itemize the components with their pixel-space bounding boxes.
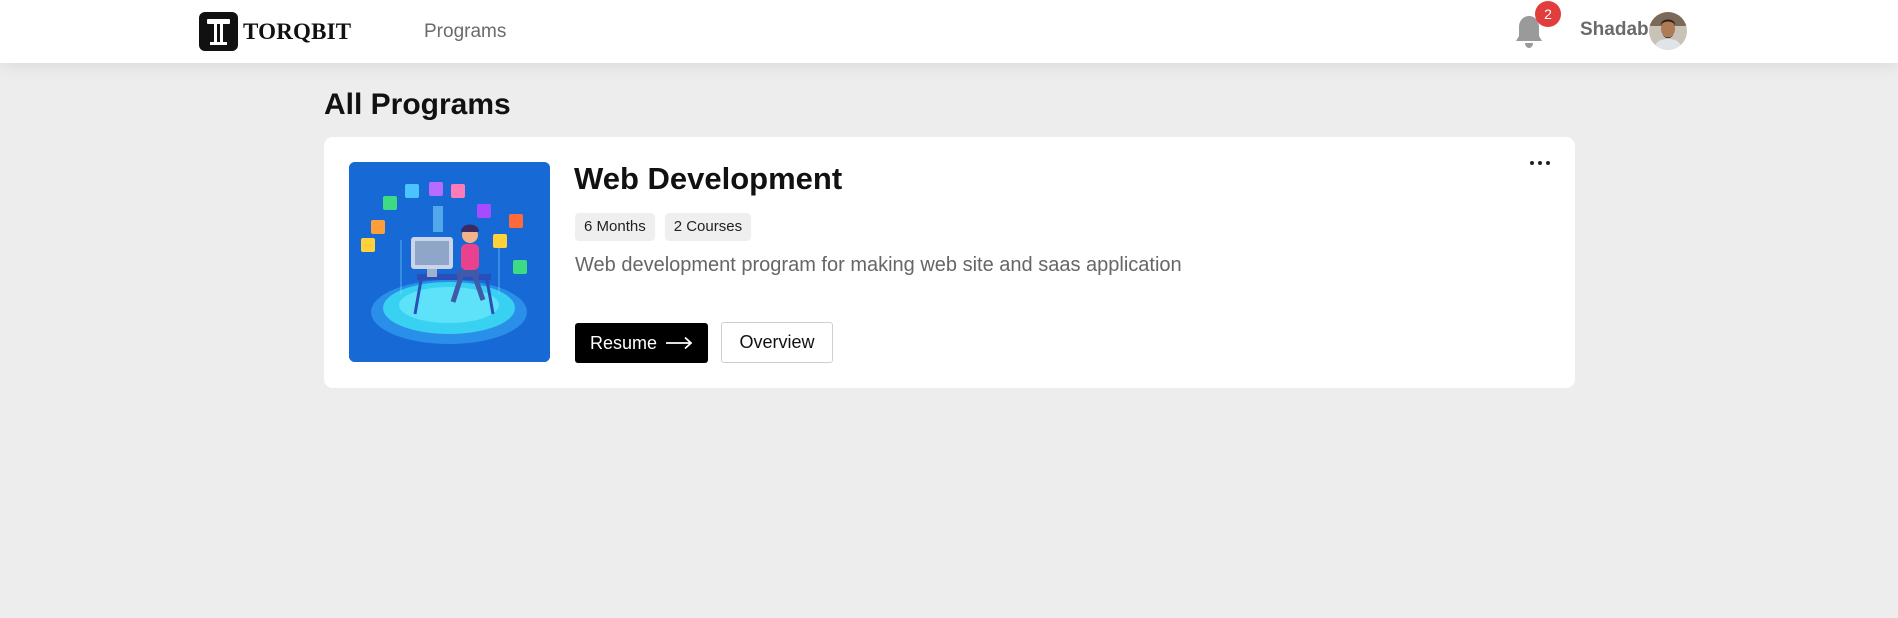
user-name[interactable]: Shadab bbox=[1580, 19, 1649, 41]
avatar[interactable] bbox=[1649, 12, 1687, 50]
brand-name: TORQBIT bbox=[243, 18, 352, 44]
more-dot bbox=[1530, 161, 1534, 165]
resume-button-label: Resume bbox=[589, 332, 658, 353]
top-navigation-bar: TORQBIT Programs 2 Shadab bbox=[0, 0, 1898, 63]
program-thumbnail[interactable] bbox=[349, 162, 550, 362]
page-title: All Programs bbox=[324, 88, 511, 121]
program-meta: 6 Months 2 Courses bbox=[575, 213, 752, 241]
brand-logo[interactable]: TORQBIT bbox=[199, 12, 351, 51]
more-dot bbox=[1538, 161, 1542, 165]
more-dot bbox=[1546, 161, 1550, 165]
program-title[interactable]: Web Development bbox=[574, 161, 842, 197]
arrow-right-icon bbox=[666, 336, 693, 350]
notification-count-badge: 2 bbox=[1535, 1, 1561, 27]
nav-programs-link[interactable]: Programs bbox=[424, 21, 506, 43]
more-horizontal-icon[interactable] bbox=[1526, 153, 1554, 173]
course-count-tag: 2 Courses bbox=[664, 213, 752, 241]
resume-button[interactable]: Resume bbox=[575, 323, 708, 363]
overview-button[interactable]: Overview bbox=[721, 322, 833, 363]
program-description: Web development program for making web s… bbox=[575, 254, 1182, 276]
program-card: Web Development 6 Months 2 Courses Web d… bbox=[324, 137, 1575, 388]
duration-tag: 6 Months bbox=[575, 213, 655, 241]
torqbit-logo-icon bbox=[199, 12, 238, 51]
